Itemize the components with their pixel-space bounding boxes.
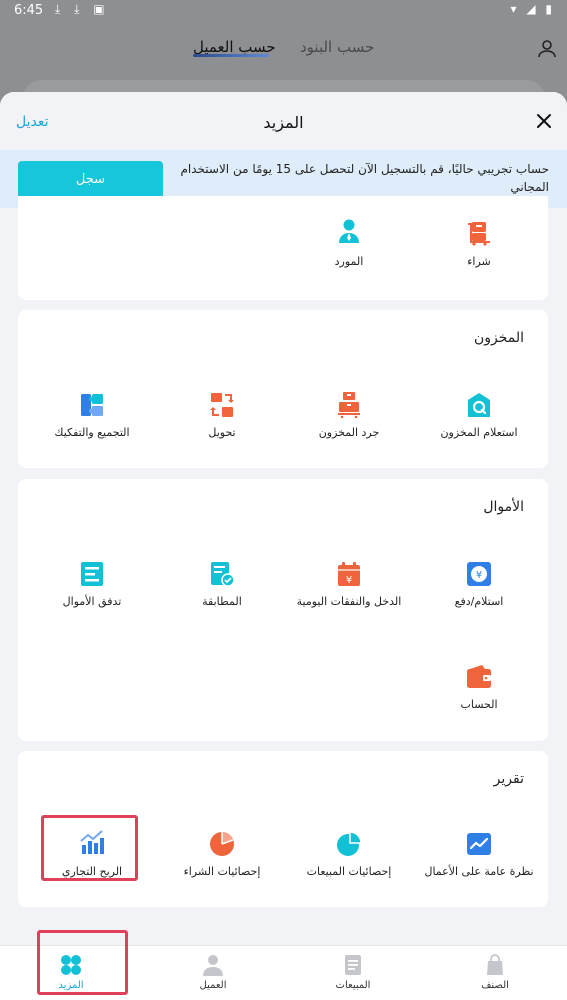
items-bag-icon <box>487 954 503 975</box>
status-time: 6:45 <box>14 3 44 18</box>
transfer-icon <box>210 393 234 417</box>
tile-label: جرد المخزون <box>318 426 380 439</box>
tile-label: استلام/دفع <box>454 595 504 608</box>
section-title: تقرير <box>493 771 524 787</box>
tile-label: المطابقة <box>202 595 242 608</box>
status-bar: 6:45 ⤓ ⤓ ▣ ▾ ◢ ▮ <box>0 0 567 24</box>
sheet-header: تعديل المزيد <box>0 92 567 150</box>
tile-sales-stats[interactable]: إحصائيات المبيعات <box>284 821 414 891</box>
tile-label: شراء <box>467 255 491 268</box>
tile-label: تحويل <box>208 426 236 439</box>
purchase-card: شراء المورد <box>18 196 548 300</box>
reconciliation-icon <box>211 562 235 587</box>
sales-document-icon <box>345 955 361 975</box>
inventory-card: المخزون استعلام المخزون جرد المخزون تحوي… <box>18 310 548 468</box>
tile-business-overview[interactable]: نظرة عامة على الأعمال <box>414 821 544 891</box>
section-title: المخزون <box>473 330 524 346</box>
register-button[interactable]: سجل <box>18 161 163 199</box>
customer-icon <box>203 955 223 976</box>
sheet-title: المزيد <box>263 113 304 132</box>
assembly-icon <box>81 394 103 416</box>
section-title: الأموال <box>483 499 524 515</box>
tile-account[interactable]: الحساب <box>414 652 544 722</box>
tile-label: استعلام المخزون <box>440 426 518 439</box>
profit-highlight-box <box>41 815 138 881</box>
tile-receive-pay[interactable]: ¥ استلام/دفع <box>414 549 544 619</box>
sales-stats-icon <box>337 831 362 856</box>
funds-card: الأموال ¥ استلام/دفع ¥ الدخل والنفقات ال… <box>18 479 548 741</box>
purchase-cart-icon <box>468 222 490 246</box>
tile-assembly[interactable]: التجميع والتفكيك <box>27 380 157 450</box>
stock-count-icon <box>338 392 360 418</box>
tile-purchase-stats[interactable]: إحصائيات الشراء <box>157 821 287 891</box>
close-icon[interactable] <box>535 112 553 130</box>
system-status-icons: ▾ ◢ ▮ <box>510 2 555 16</box>
more-sheet: تعديل المزيد سجل حساب تجريبي حاليًا، قم … <box>0 92 567 1000</box>
notification-icons: ⤓ ⤓ ▣ <box>55 2 110 16</box>
svg-text:¥: ¥ <box>346 575 352 586</box>
svg-text:¥: ¥ <box>476 570 482 581</box>
cash-flow-icon <box>81 562 103 586</box>
nav-sales[interactable]: المبيعات <box>298 946 408 1000</box>
tile-label: إحصائيات المبيعات <box>306 865 392 878</box>
nav-label: الصنف <box>481 980 509 991</box>
supplier-icon <box>339 219 359 243</box>
daily-income-expense-icon: ¥ <box>338 562 360 586</box>
receive-pay-icon: ¥ <box>467 562 491 586</box>
tile-reconciliation[interactable]: المطابقة <box>157 549 287 619</box>
tile-cash-flow[interactable]: تدفق الأموال <box>27 549 157 619</box>
tile-label: التجميع والتفكيك <box>54 426 130 439</box>
tile-label: إحصائيات الشراء <box>183 865 261 878</box>
business-overview-icon <box>467 833 491 855</box>
nav-customer[interactable]: العميل <box>158 946 268 1000</box>
tile-label: تدفق الأموال <box>62 595 122 608</box>
user-icon[interactable] <box>537 38 557 58</box>
tile-purchase[interactable]: شراء <box>414 196 544 276</box>
tile-inventory-query[interactable]: استعلام المخزون <box>414 380 544 450</box>
trial-message: حساب تجريبي حاليًا، قم بالتسجيل الآن لتح… <box>180 162 549 194</box>
purchase-stats-icon <box>210 832 234 856</box>
tile-label: الحساب <box>460 698 498 711</box>
more-highlight-box <box>37 930 128 995</box>
nav-label: العميل <box>199 980 227 991</box>
tile-daily-income-expense[interactable]: ¥ الدخل والنفقات اليومية <box>284 549 414 619</box>
nav-label: المبيعات <box>335 980 371 991</box>
tile-label: نظرة عامة على الأعمال <box>424 865 534 878</box>
tile-stock-count[interactable]: جرد المخزون <box>284 380 414 450</box>
tile-transfer[interactable]: تحويل <box>157 380 287 450</box>
account-wallet-icon <box>467 665 491 688</box>
inventory-query-icon <box>468 393 490 417</box>
tab-underline <box>193 54 269 57</box>
tile-supplier[interactable]: المورد <box>284 196 414 276</box>
nav-items[interactable]: الصنف <box>440 946 550 1000</box>
tile-label: المورد <box>334 255 364 268</box>
tab-by-items[interactable]: حسب البنود <box>300 38 374 56</box>
tile-label: الدخل والنفقات اليومية <box>296 595 402 608</box>
